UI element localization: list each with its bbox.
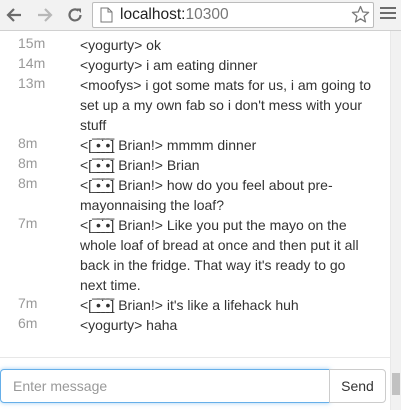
scrollbar[interactable] <box>390 31 401 410</box>
url-text[interactable]: localhost:10300 <box>120 6 229 24</box>
back-arrow-icon[interactable] <box>3 4 25 26</box>
message-text: <yogurty> i am eating dinner <box>80 57 258 73</box>
scrollbar-thumb[interactable] <box>392 373 400 395</box>
browser-toolbar: localhost:10300 <box>0 0 401 31</box>
message-text: <yogurty> ok <box>80 37 161 53</box>
message-input[interactable] <box>0 369 330 403</box>
url-port: 10300 <box>185 6 229 23</box>
message-time: 8m <box>18 135 38 151</box>
forward-arrow-icon[interactable] <box>34 4 56 26</box>
message-text: <[ ̲̅•̲̅˙̲̅•̲̅] Brian!> it's like a life… <box>80 297 299 313</box>
menu-icon[interactable] <box>380 7 396 23</box>
message-time: 7m <box>18 215 38 231</box>
star-icon[interactable] <box>351 5 370 29</box>
message-composer: Send <box>0 357 390 410</box>
message-text: <[ ̲̅•̲̅˙̲̅•̲̅] Brian!> Brian <box>80 157 200 173</box>
message-time: 15m <box>18 35 46 51</box>
chat-log: 15m <yogurty> ok 14m <yogurty> i am eati… <box>0 31 390 357</box>
url-host: localhost: <box>120 6 186 23</box>
reload-icon[interactable] <box>64 4 86 26</box>
message-time: 13m <box>18 75 46 91</box>
message-time: 14m <box>18 55 46 71</box>
address-bar[interactable]: localhost:10300 <box>92 2 374 28</box>
message-time: 7m <box>18 295 38 311</box>
message-time: 8m <box>18 175 38 191</box>
send-button[interactable]: Send <box>329 369 386 403</box>
message-text: <moofys> i got some mats for us, i am go… <box>80 77 372 133</box>
page-icon <box>100 7 113 28</box>
message-time: 6m <box>18 315 38 331</box>
message-text: <[ ̲̅•̲̅˙̲̅•̲̅] Brian!> mmmm dinner <box>80 137 257 153</box>
message-text: <[ ̲̅•̲̅˙̲̅•̲̅] Brian!> Like you put the… <box>80 217 359 293</box>
message-time: 8m <box>18 155 38 171</box>
message-text: <yogurty> haha <box>80 317 178 333</box>
message-text: <[ ̲̅•̲̅˙̲̅•̲̅] Brian!> how do you feel … <box>80 177 333 213</box>
